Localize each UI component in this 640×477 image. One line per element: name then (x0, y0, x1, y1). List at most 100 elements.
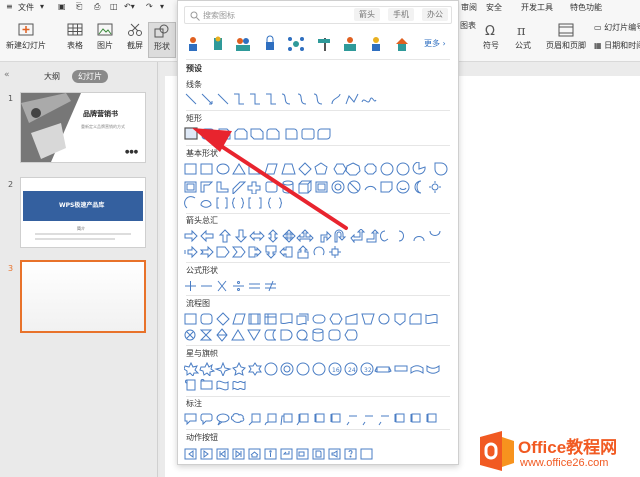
not-equal-shape (265, 280, 276, 292)
plaque-shape (265, 181, 278, 193)
network-icon[interactable] (288, 37, 304, 51)
signpost-icon[interactable] (318, 38, 330, 51)
star-6-point-shape (248, 362, 262, 376)
tab-slides[interactable]: 幻灯片 (72, 70, 108, 83)
symbol-button[interactable]: Ω 符号 (474, 22, 508, 58)
people-icon[interactable] (236, 38, 250, 51)
picture-button[interactable]: 图片 (88, 22, 122, 58)
left-arrow-shape (200, 229, 214, 243)
display-shape (344, 329, 358, 341)
search-chip-arrow[interactable]: 箭头 (354, 8, 380, 21)
team-icon[interactable] (344, 37, 356, 51)
basic-shapes-row-3[interactable] (184, 196, 454, 210)
date-time-button[interactable]: ▦ 日期和时间 (594, 40, 640, 51)
round-diagonal-rectangle-shape (317, 128, 331, 140)
new-slide-button[interactable]: 新建幻灯片 (4, 22, 48, 58)
bent-up-arrow-shape (366, 229, 380, 243)
screenshot-button[interactable]: 截屏 (118, 22, 152, 58)
menu-security[interactable]: 安全 (486, 2, 502, 13)
equation-shapes[interactable] (184, 279, 454, 293)
scribble-shape (361, 97, 377, 103)
no-symbol-shape (347, 180, 361, 194)
curved-down-arrow-shape (429, 230, 441, 236)
line-callout-1-shape (248, 413, 261, 426)
round-same-side-rectangle-shape (301, 128, 315, 140)
slide1-title: 品牌营销书 (83, 110, 118, 118)
divider (186, 345, 450, 346)
chevron-down-icon[interactable]: ▾ (40, 2, 44, 11)
header-footer-label: 页眉和页脚 (546, 41, 586, 50)
search-chip-office[interactable]: 办公 (422, 8, 448, 21)
slide-thumbnail-2[interactable]: WPS极速产品库 简介 (20, 177, 146, 248)
oval-shape (216, 163, 230, 175)
cloud-callout-shape (231, 413, 245, 423)
collapse-icon[interactable]: « (4, 70, 10, 80)
menu-developer[interactable]: 开发工具 (521, 2, 553, 13)
slide-thumbnail-1[interactable]: 品牌营销书 重新定义品牌营销的方式 ●●● (20, 92, 146, 163)
action-buttons-row[interactable] (184, 447, 454, 461)
slide-number: 3 (8, 264, 14, 273)
shapes-button[interactable]: 形状 (148, 22, 176, 58)
predefined-process-shape (248, 313, 261, 325)
save-icon[interactable]: ▣ (58, 2, 66, 11)
search-placeholder: 搜索图标 (203, 11, 235, 20)
freeform-shape (345, 93, 359, 105)
basic-shapes-row-1[interactable] (184, 162, 454, 176)
section-rectangles-title: 矩形 (186, 114, 202, 123)
frame-shape (184, 181, 197, 193)
stars-row-2[interactable] (184, 378, 454, 392)
pi-icon: π (517, 24, 526, 38)
lines-shapes[interactable] (184, 92, 454, 106)
slide-number-button[interactable]: ▭ 幻灯片编号 (594, 22, 640, 33)
double-wave-shape (232, 380, 246, 391)
flowchart-row-2[interactable] (184, 328, 454, 342)
rectangle-shapes[interactable] (184, 127, 454, 141)
callouts-row[interactable] (184, 412, 454, 426)
tab-outline[interactable]: 大纲 (38, 70, 66, 83)
vertical-text-box-shape (200, 163, 213, 175)
svg-text:32: 32 (364, 367, 372, 374)
action-back-shape (184, 448, 197, 460)
watermark-url: www.office26.com (520, 457, 609, 469)
manual-input-shape (345, 313, 358, 325)
presenter-icon[interactable] (372, 37, 380, 51)
house-icon[interactable] (396, 38, 408, 51)
block-arc-shape (364, 185, 377, 191)
search-chip-phone[interactable]: 手机 (388, 8, 414, 21)
star-12-point-shape (312, 362, 326, 376)
menu-icon[interactable]: ≡ (6, 2, 13, 11)
basic-shapes-row-2[interactable] (184, 180, 454, 194)
elbow-double-arrow-shape (266, 93, 276, 105)
more-icon[interactable]: ▾ (160, 2, 164, 11)
preview-icon[interactable]: ◫ (110, 2, 118, 11)
undo-icon[interactable]: ↶▾ (124, 2, 135, 11)
formula-button[interactable]: π 公式 (506, 22, 540, 58)
delay-shape (280, 329, 293, 341)
stored-data-shape (264, 329, 277, 341)
more-link[interactable]: 更多 › (424, 38, 446, 49)
vertical-scroll-shape (185, 379, 196, 391)
worker-icon[interactable] (214, 36, 222, 51)
menu-features[interactable]: 特色功能 (570, 2, 602, 13)
section-callouts-title: 标注 (186, 399, 202, 408)
stars-row-1[interactable]: 16 24 32 (184, 362, 454, 376)
print-icon[interactable]: ⎙ (94, 2, 100, 12)
decision-shape (216, 312, 230, 326)
connector-shape (378, 313, 390, 325)
lock-icon[interactable] (266, 35, 274, 50)
header-footer-button[interactable]: 页眉和页脚 (542, 22, 590, 58)
menu-review[interactable]: 审阅 (461, 2, 477, 13)
round-corner-rectangle-shape (285, 128, 298, 140)
flowchart-row-1[interactable] (184, 312, 454, 326)
file-menu[interactable]: 文件 (18, 2, 34, 13)
export-icon[interactable]: ⎗ (76, 2, 82, 12)
table-button[interactable]: 表格 (58, 22, 92, 58)
block-arrows-row-1[interactable] (184, 229, 454, 243)
block-arrows-row-2[interactable] (184, 245, 454, 259)
table-label: 表格 (67, 41, 83, 50)
double-brace-shape (231, 197, 245, 209)
person-icon[interactable] (189, 37, 197, 51)
picture-label: 图片 (97, 41, 113, 50)
redo-icon[interactable]: ↷ (146, 2, 153, 11)
slide-thumbnail-3[interactable] (20, 260, 146, 333)
